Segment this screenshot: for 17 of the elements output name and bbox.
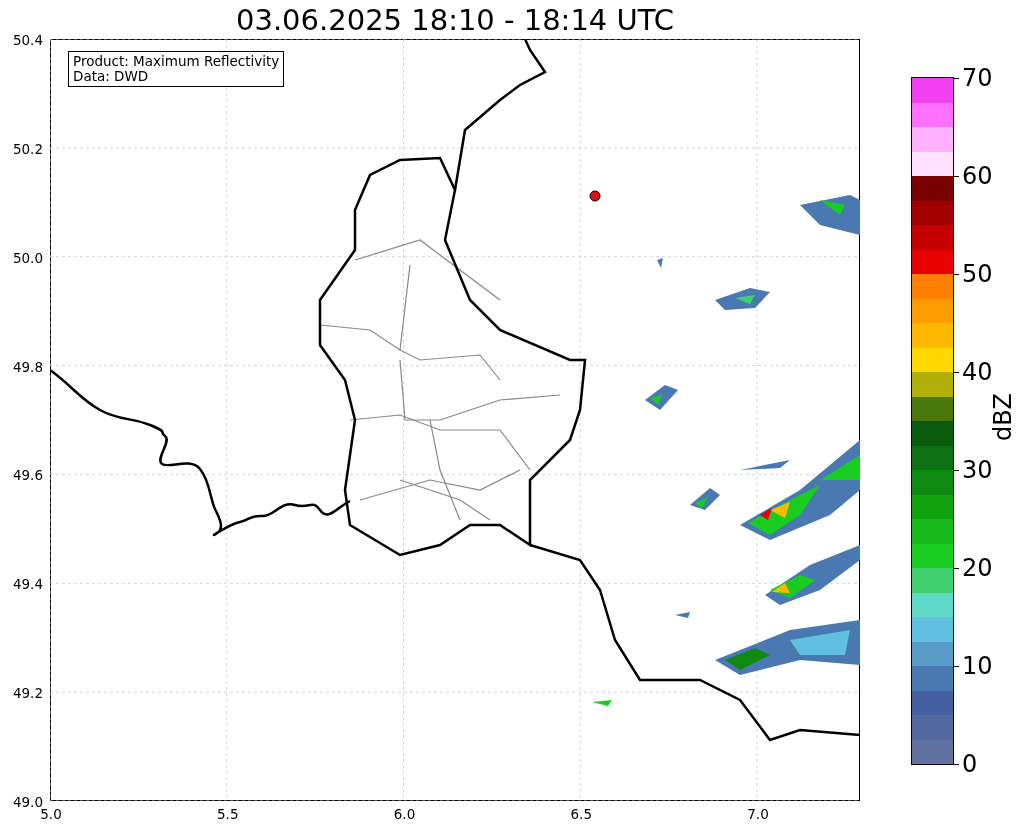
- x-tick-label: 5.5: [217, 806, 239, 822]
- x-tick-label: 5.0: [40, 806, 62, 822]
- x-tick-label: 6.5: [570, 806, 592, 822]
- y-tick-label: 49.6: [12, 467, 43, 484]
- y-tick-label: 50.0: [12, 249, 43, 266]
- info-text: Product: Maximum Reflectivity: [73, 54, 280, 69]
- y-tick-label: 49.8: [12, 358, 43, 375]
- chart-title: 03.06.2025 18:10 - 18:14 UTC: [235, 3, 675, 37]
- x-tick-label: 7.0: [747, 806, 769, 822]
- y-tick-label: 50.2: [12, 140, 43, 157]
- y-tick-label: 50.4: [12, 32, 43, 48]
- colorbar-label: dBZ: [989, 392, 1017, 442]
- y-tick-label: 49.2: [12, 685, 43, 702]
- y-tick-label: 49.0: [12, 794, 43, 810]
- info-text: Data: DWD: [73, 69, 150, 84]
- y-tick-label: 49.4: [12, 576, 43, 593]
- x-tick-label: 6.0: [393, 806, 416, 822]
